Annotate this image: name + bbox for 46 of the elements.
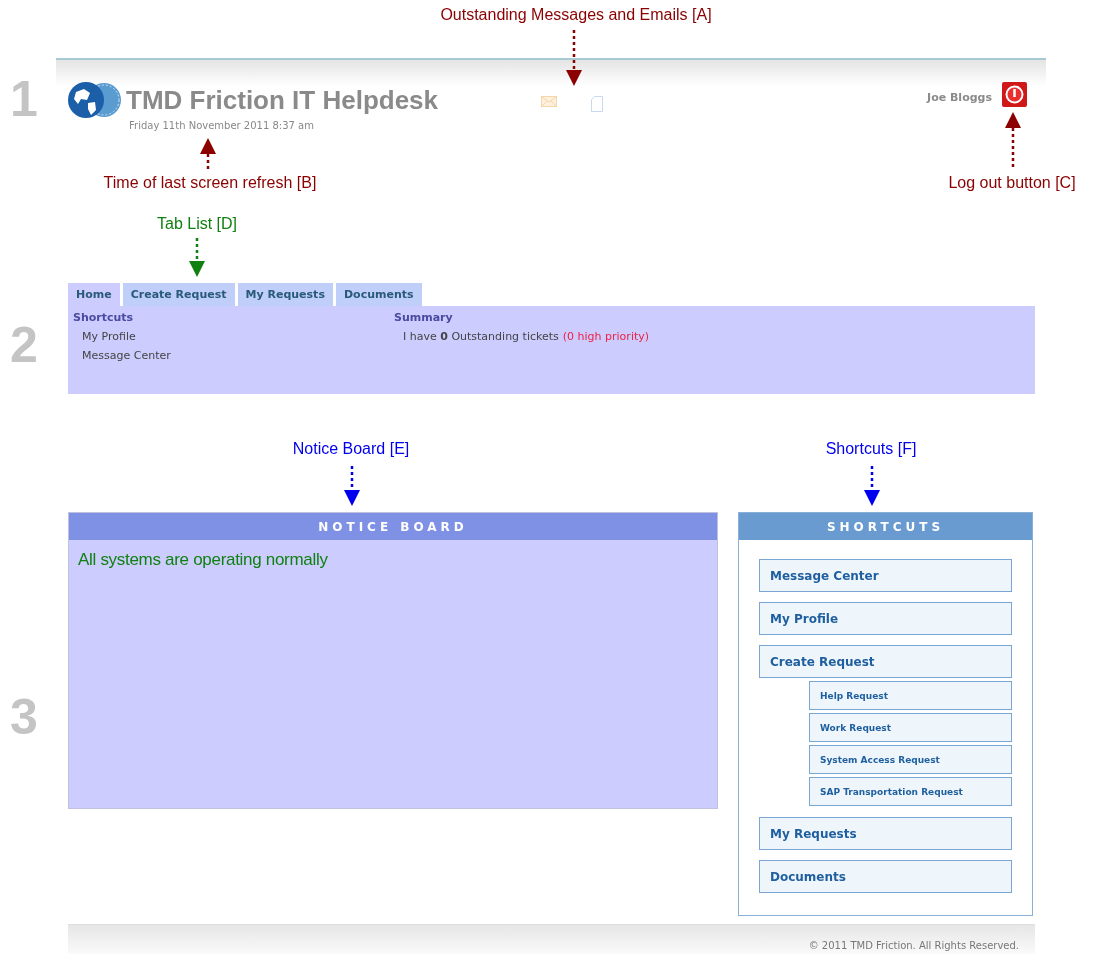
panel-header: SHORTCUTS <box>739 513 1032 540</box>
annotation-label: Outstanding Messages and Emails [A] <box>440 6 712 24</box>
power-icon <box>1005 85 1024 104</box>
annotation-arrow <box>1005 112 1021 168</box>
tab[interactable]: Create Request <box>122 283 235 306</box>
priority-count: (0 high priority) <box>562 330 650 343</box>
tab[interactable]: Documents <box>335 283 422 306</box>
section-heading: Shortcuts <box>73 311 135 324</box>
shortcut-button[interactable]: System Access Request <box>809 745 1012 774</box>
annotation-label: Time of last screen refresh [B] <box>103 174 317 192</box>
logout-button[interactable] <box>1002 82 1027 107</box>
ticket-summary: I have 0 Outstanding tickets <box>403 330 559 343</box>
user-name: Joe Bloggs <box>927 91 992 104</box>
shortcut-button[interactable]: Documents <box>759 860 1012 893</box>
shortcut-link[interactable]: Message Center <box>82 349 394 362</box>
refresh-time: Friday 11th November 2011 8:37 am <box>129 120 315 131</box>
tab[interactable]: Home <box>68 283 120 306</box>
section-number: 3 <box>10 688 38 746</box>
shortcut-button[interactable]: My Profile <box>759 602 1012 635</box>
shortcut-button[interactable]: SAP Transportation Request <box>809 777 1012 806</box>
annotation-label: Tab List [D] <box>157 215 237 233</box>
status-message: All systems are operating normally <box>78 550 329 570</box>
annotation-label: Notice Board [E] <box>292 440 410 458</box>
annotation-arrow <box>344 466 360 506</box>
shortcut-button[interactable]: Create Request <box>759 645 1012 678</box>
section-number: 1 <box>10 70 38 128</box>
app-title: TMD Friction IT Helpdesk <box>126 84 439 116</box>
shortcut-button[interactable]: My Requests <box>759 817 1012 850</box>
annotation-label: Shortcuts [F] <box>825 440 917 458</box>
annotation-arrow <box>200 138 216 170</box>
shortcut-link[interactable]: My Profile <box>82 330 394 343</box>
annotation-arrow <box>566 30 582 86</box>
document-icon[interactable] <box>591 96 604 112</box>
shortcut-button[interactable]: Message Center <box>759 559 1012 592</box>
envelope-icon[interactable] <box>541 96 558 107</box>
globe-logo-icon <box>68 82 122 118</box>
shortcut-button[interactable]: Work Request <box>809 713 1012 742</box>
copyright-text: © 2011 TMD Friction. All Rights Reserved. <box>808 940 1019 951</box>
annotation-arrow <box>189 238 205 277</box>
tab[interactable]: My Requests <box>237 283 333 306</box>
annotation-label: Log out button [C] <box>948 174 1076 192</box>
shortcut-button[interactable]: Help Request <box>809 681 1012 710</box>
section-heading: Summary <box>394 311 454 324</box>
panel-header: NOTICE BOARD <box>69 513 717 540</box>
annotation-arrow <box>864 466 880 506</box>
section-number: 2 <box>10 316 38 374</box>
